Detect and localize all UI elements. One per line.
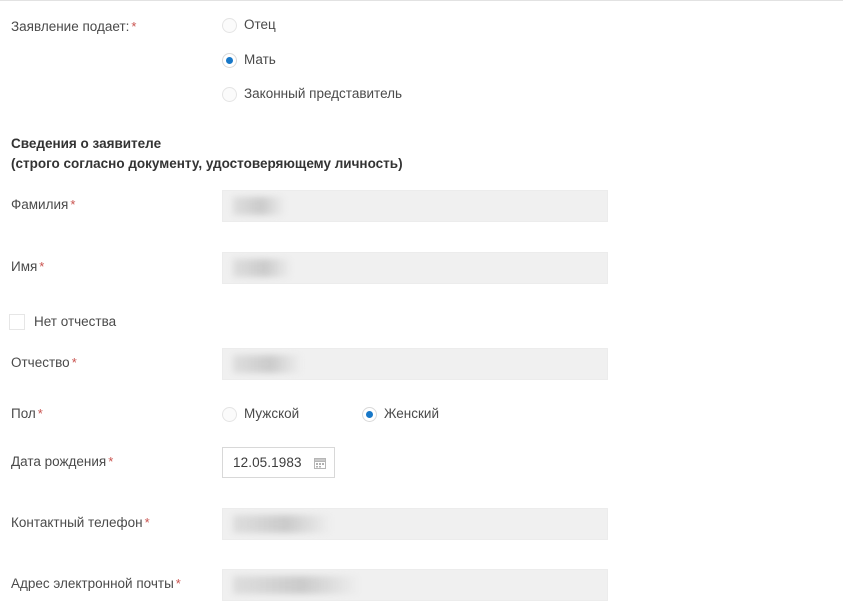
radio-option-male[interactable]: Мужской bbox=[222, 405, 299, 423]
last-name-label: Фамилия * bbox=[11, 197, 75, 213]
first-name-label-text: Имя bbox=[11, 259, 38, 274]
patronymic-input[interactable] bbox=[222, 348, 608, 380]
redacted-value bbox=[233, 197, 285, 215]
phone-label-text: Контактный телефон bbox=[11, 515, 143, 530]
required-asterisk: * bbox=[108, 454, 114, 469]
section-heading-line2: (строго согласно документу, удостоверяющ… bbox=[11, 156, 403, 171]
required-asterisk: * bbox=[37, 406, 43, 421]
phone-label: Контактный телефон * bbox=[11, 515, 150, 531]
birth-date-label-text: Дата рождения bbox=[11, 454, 107, 469]
radio-option-father[interactable]: Отец bbox=[222, 16, 276, 34]
radio-label-mother: Мать bbox=[244, 52, 276, 67]
radio-icon-male[interactable] bbox=[222, 406, 237, 422]
applicant-type-label-text: Заявление подает: bbox=[11, 19, 130, 34]
first-name-input[interactable] bbox=[222, 252, 608, 284]
birth-date-label: Дата рождения * bbox=[11, 454, 113, 470]
required-asterisk: * bbox=[71, 355, 77, 370]
redacted-value bbox=[233, 259, 291, 277]
calendar-icon[interactable] bbox=[314, 457, 326, 469]
email-input[interactable] bbox=[222, 569, 608, 601]
birth-date-input[interactable]: 12.05.1983 bbox=[222, 447, 335, 478]
email-label-text: Адрес электронной почты bbox=[11, 576, 174, 591]
radio-option-female[interactable]: Женский bbox=[362, 405, 439, 423]
no-patronymic-label: Нет отчества bbox=[34, 314, 117, 329]
phone-input[interactable] bbox=[222, 508, 608, 540]
required-asterisk: * bbox=[70, 197, 76, 212]
no-patronymic-checkbox-row[interactable]: Нет отчества bbox=[9, 313, 116, 331]
email-label: Адрес электронной почты * bbox=[11, 576, 181, 592]
radio-icon-legal-representative[interactable] bbox=[222, 86, 237, 102]
redacted-value bbox=[233, 515, 330, 533]
gender-label-text: Пол bbox=[11, 406, 36, 421]
form-page: Заявление подает: * Отец Мать Законный пр… bbox=[0, 0, 843, 613]
required-asterisk: * bbox=[39, 259, 45, 274]
redacted-value bbox=[233, 576, 358, 594]
patronymic-label: Отчество * bbox=[11, 355, 77, 371]
radio-label-male: Мужской bbox=[244, 406, 300, 421]
gender-label: Пол * bbox=[11, 406, 43, 422]
first-name-label: Имя * bbox=[11, 259, 44, 275]
radio-icon-female[interactable] bbox=[362, 406, 377, 422]
patronymic-label-text: Отчество bbox=[11, 355, 70, 370]
radio-label-father: Отец bbox=[244, 17, 276, 32]
applicant-type-label: Заявление подает: * bbox=[11, 19, 136, 35]
last-name-label-text: Фамилия bbox=[11, 197, 69, 212]
required-asterisk: * bbox=[131, 19, 137, 34]
required-asterisk: * bbox=[144, 515, 150, 530]
radio-option-legal-representative[interactable]: Законный представитель bbox=[222, 85, 402, 103]
radio-label-female: Женский bbox=[384, 406, 440, 421]
radio-icon-mother[interactable] bbox=[222, 52, 237, 68]
checkbox-icon-no-patronymic[interactable] bbox=[9, 314, 25, 330]
radio-icon-father[interactable] bbox=[222, 17, 237, 33]
last-name-input[interactable] bbox=[222, 190, 608, 222]
birth-date-value: 12.05.1983 bbox=[233, 455, 302, 470]
radio-label-legal-representative: Законный представитель bbox=[244, 86, 403, 101]
redacted-value bbox=[233, 355, 301, 373]
required-asterisk: * bbox=[175, 576, 181, 591]
section-heading-line1: Сведения о заявителе bbox=[11, 136, 162, 151]
radio-option-mother[interactable]: Мать bbox=[222, 51, 276, 69]
